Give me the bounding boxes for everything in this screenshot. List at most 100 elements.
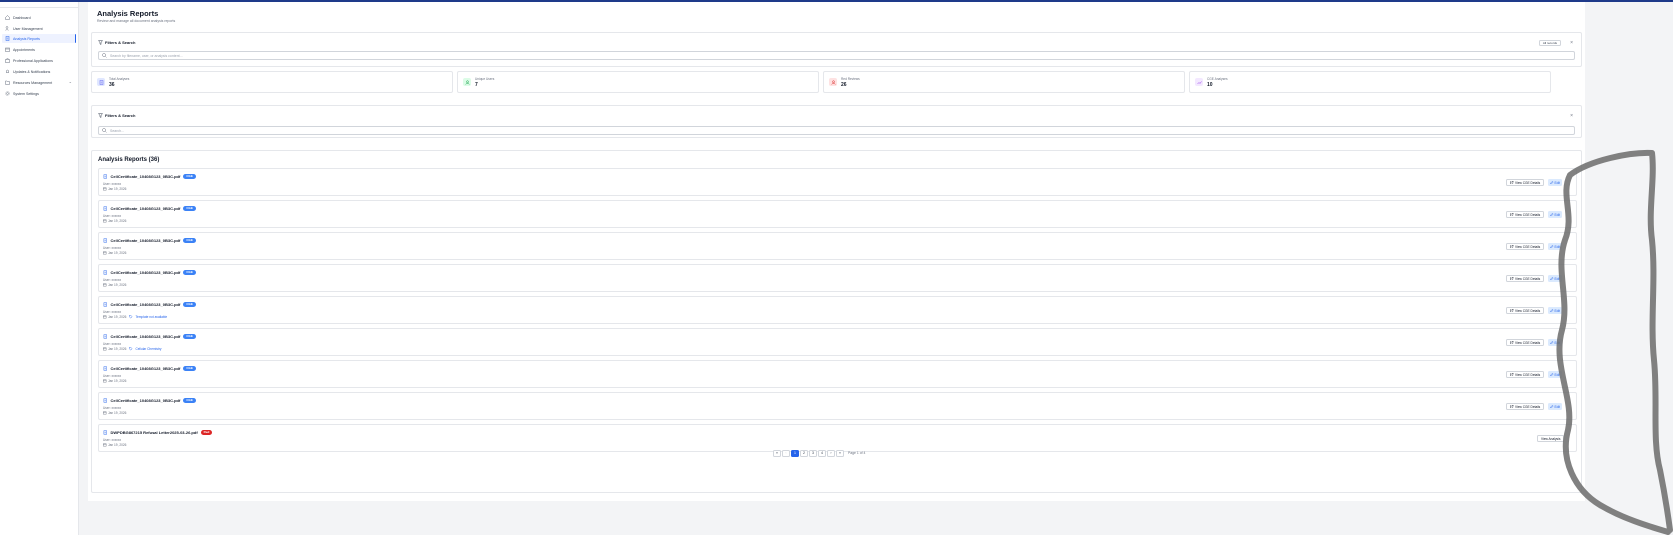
sidebar-item-label: User Management (13, 26, 43, 31)
prev-page-button[interactable]: ‹ (782, 449, 790, 457)
filters-title: Filters & Search (98, 40, 135, 45)
search-input-secondary[interactable]: Search... (98, 126, 1575, 135)
list-item: CellCertificate_10408G123_0B3C.pdf CGE Use… (98, 360, 1577, 388)
view-cge-details-label: View CGE Details (1515, 340, 1541, 345)
report-filename[interactable]: CellCertificate_10408G123_0B3C.pdf (111, 366, 181, 371)
page-button-4[interactable]: 4 (818, 449, 826, 457)
briefcase-icon (5, 58, 10, 63)
report-title: CellCertificate_10408G123_0B3C.pdf CGE (103, 206, 196, 211)
last-page-button[interactable]: » (836, 449, 844, 457)
view-cge-details-button[interactable]: View CGE Details (1506, 307, 1545, 314)
edit-button[interactable]: Edit (1548, 371, 1562, 378)
next-page-button[interactable]: › (827, 449, 835, 457)
calendar-icon (103, 187, 107, 191)
sidebar-item-analysis-reports[interactable]: Analysis Reports (2, 34, 76, 43)
view-cge-details-button[interactable]: View CGE Details (1506, 179, 1545, 186)
external-link-icon (1510, 372, 1514, 377)
sidebar-item-dashboard[interactable]: Dashboard (2, 13, 76, 22)
sidebar: Dashboard User Management Analysis Reports… (0, 2, 79, 535)
chevron-down-icon[interactable]: ⌄ (69, 79, 72, 84)
report-filename[interactable]: DWPDBG867215 Refusal Letter2025-03-26.pd… (111, 430, 198, 435)
search-input[interactable]: Search by filename, user, or analysis co… (98, 51, 1575, 60)
close-icon[interactable]: × (1570, 113, 1573, 119)
view-cge-details-button[interactable]: View CGE Details (1506, 371, 1545, 378)
edit-button[interactable]: Edit (1548, 275, 1562, 282)
edit-label: Edit (1554, 404, 1561, 409)
stat-label: Total Analyses (109, 77, 130, 81)
edit-button[interactable]: Edit (1548, 403, 1562, 410)
page-button-3[interactable]: 3 (809, 449, 817, 457)
trending-up-icon (1195, 78, 1203, 86)
sidebar-divider (0, 7, 78, 8)
report-user: User: xxxxxx (103, 310, 122, 314)
report-date: Jan 19, 2026 (108, 411, 127, 415)
report-filename[interactable]: CellCertificate_10408G123_0B3C.pdf (111, 270, 181, 275)
view-cge-details-button[interactable]: View CGE Details (1506, 339, 1545, 346)
report-title: CellCertificate_10408G123_0B3C.pdf CGE (103, 366, 196, 371)
filter-icon (98, 40, 103, 45)
report-meta: Jan 19, 2026 Cellular Chemistry (103, 347, 161, 351)
report-type-badge: CGE (183, 174, 196, 179)
document-icon (103, 334, 107, 339)
filters-title-label: Filters & Search (105, 113, 136, 118)
document-icon (103, 302, 107, 307)
report-filename[interactable]: CellCertificate_10408G123_0B3C.pdf (111, 302, 181, 307)
report-meta: Jan 19, 2026 (103, 443, 126, 447)
edit-button[interactable]: Edit (1548, 211, 1562, 218)
external-link-icon (1510, 180, 1514, 185)
filters-card-primary: Filters & Search All records × Search by… (91, 32, 1582, 67)
report-filename[interactable]: CellCertificate_10408G123_0B3C.pdf (111, 238, 181, 243)
view-cge-details-button[interactable]: View CGE Details (1506, 275, 1545, 282)
gear-icon (5, 91, 10, 96)
all-records-button[interactable]: All records (1538, 40, 1561, 46)
external-link-icon (1510, 212, 1514, 217)
report-user: User: xxxxxx (103, 342, 122, 346)
report-date: Jan 19, 2026 (108, 187, 127, 191)
view-cge-details-button[interactable]: View CGE Details (1506, 243, 1545, 250)
page-subtitle: Review and manage all document analysis … (97, 19, 176, 23)
report-date: Jan 19, 2026 (108, 283, 127, 287)
report-user: User: xxxxxx (103, 182, 122, 186)
page-button-2[interactable]: 2 (800, 449, 808, 457)
sidebar-item-label: Analysis Reports (13, 36, 40, 41)
report-type-badge: Red (200, 430, 213, 435)
report-type-badge: CGE (183, 302, 196, 307)
report-user: User: xxxxxx (103, 406, 122, 410)
page-button-1[interactable]: 1 (791, 449, 799, 457)
report-tag: Template not available (129, 315, 167, 319)
sidebar-item-resources-management[interactable]: Resources Management ⌄ (2, 78, 76, 87)
report-filename[interactable]: CellCertificate_10408G123_0B3C.pdf (111, 398, 181, 403)
home-icon (5, 15, 10, 20)
report-filename[interactable]: CellCertificate_10408G123_0B3C.pdf (111, 174, 181, 179)
report-date: Jan 19, 2026 (108, 443, 127, 447)
edit-label: Edit (1554, 308, 1561, 313)
view-cge-details-button[interactable]: View CGE Details (1506, 403, 1545, 410)
first-page-button[interactable]: « (773, 449, 781, 457)
stat-label: Unique Users (475, 77, 495, 81)
sidebar-item-professional-applications[interactable]: Professional Applications (2, 56, 76, 65)
report-meta: Jan 19, 2026 Template not available (103, 315, 167, 319)
edit-button[interactable]: Edit (1548, 243, 1562, 250)
sidebar-item-label: Professional Applications (13, 58, 53, 63)
sidebar-item-appointments[interactable]: Appointments (2, 45, 76, 54)
sidebar-item-system-settings[interactable]: System Settings (2, 89, 76, 98)
close-icon[interactable]: × (1570, 40, 1573, 46)
edit-button[interactable]: Edit (1548, 307, 1562, 314)
pencil-icon (1550, 244, 1554, 249)
report-filename[interactable]: CellCertificate_10408G123_0B3C.pdf (111, 206, 181, 211)
folder-icon (5, 80, 10, 85)
report-filename[interactable]: CellCertificate_10408G123_0B3C.pdf (111, 334, 181, 339)
sidebar-item-user-management[interactable]: User Management (2, 24, 76, 33)
view-analysis-button[interactable]: View Analysis (1537, 435, 1565, 442)
edit-button[interactable]: Edit (1548, 339, 1562, 346)
edit-button[interactable]: Edit (1548, 179, 1562, 186)
reports-title: Analysis Reports (36) (98, 157, 160, 163)
sidebar-item-label: Appointments (13, 47, 35, 52)
list-item: CellCertificate_10408G123_0B3C.pdf CGE Use… (98, 328, 1577, 356)
report-meta: Jan 19, 2026 (103, 251, 126, 255)
report-title: CellCertificate_10408G123_0B3C.pdf CGE (103, 334, 196, 339)
sidebar-item-updates-notifications[interactable]: Updates & Notifications (2, 67, 76, 76)
filter-icon (98, 113, 103, 118)
sidebar-item-label: Dashboard (13, 15, 31, 20)
view-cge-details-button[interactable]: View CGE Details (1506, 211, 1545, 218)
